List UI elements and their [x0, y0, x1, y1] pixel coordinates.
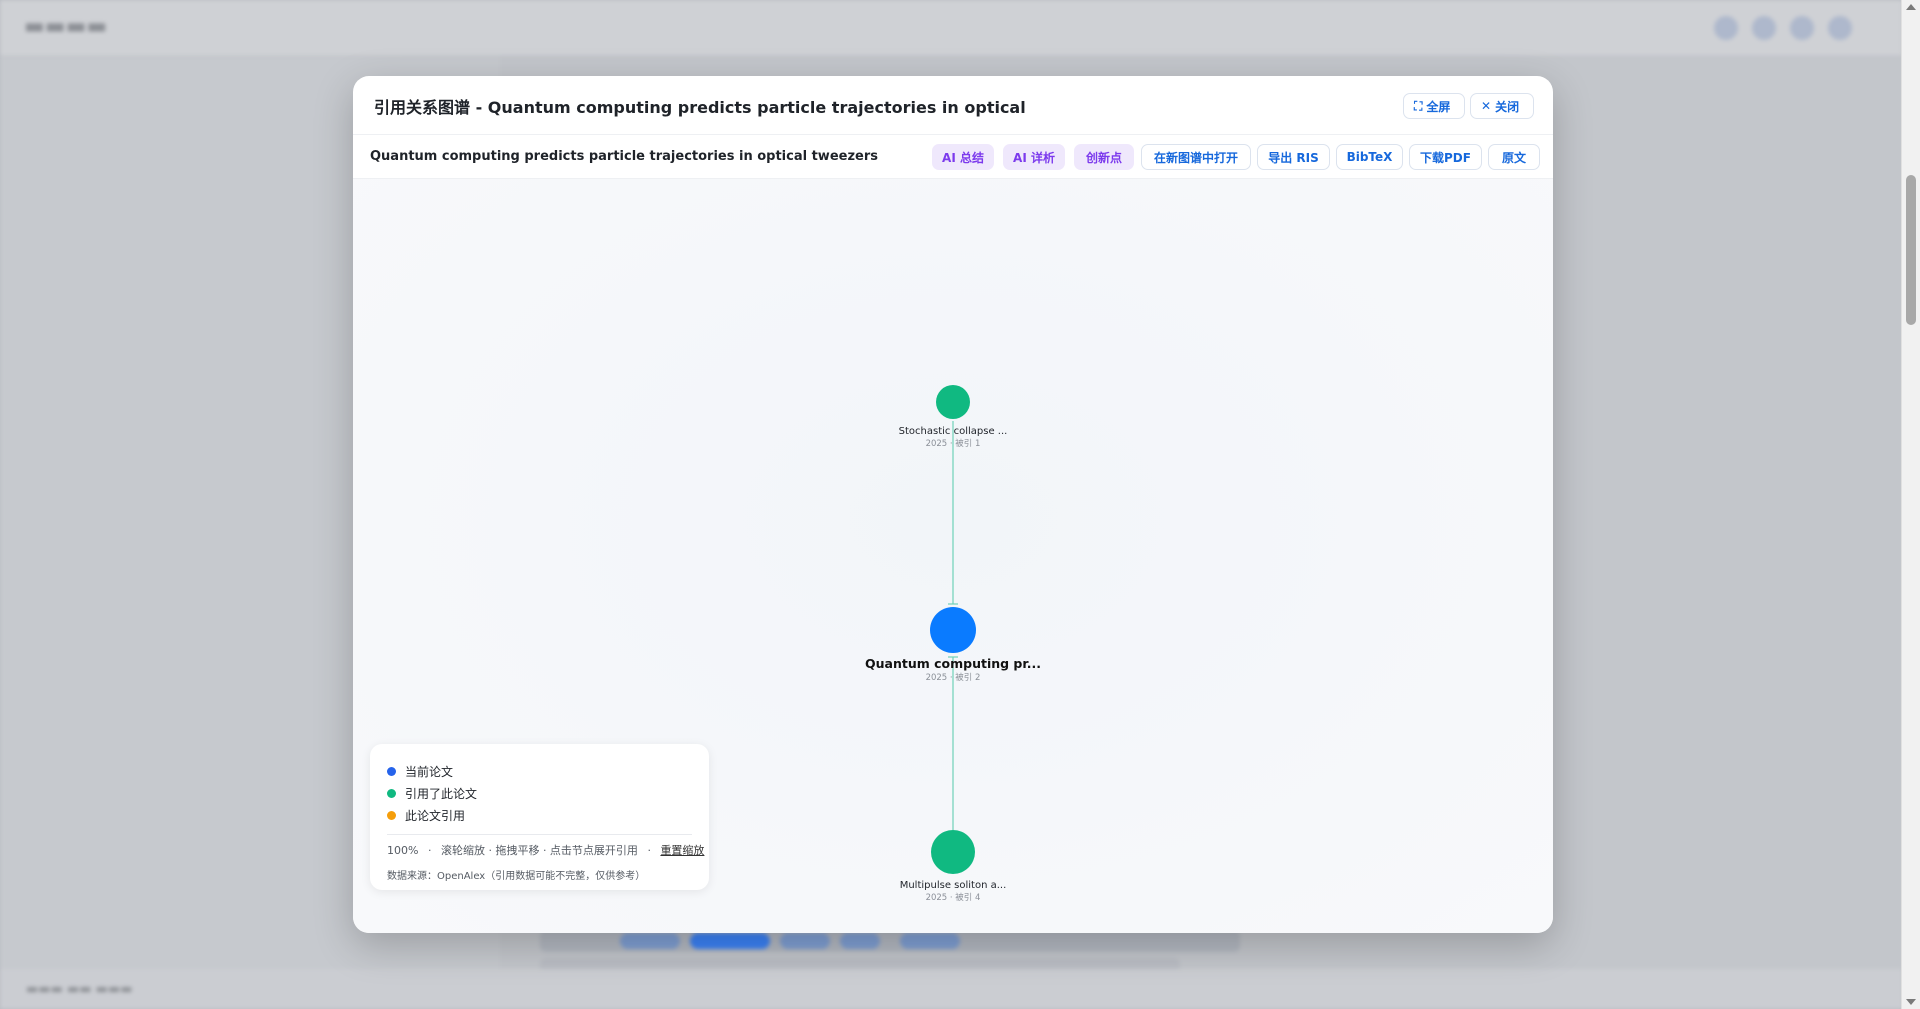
background-icon: [1714, 16, 1738, 40]
node-meta: 2025 · 被引 2: [926, 672, 981, 683]
modal-title: 引用关系图谱 - Quantum computing predicts part…: [374, 98, 1026, 117]
close-label: 关闭: [1495, 99, 1520, 114]
bibtex-button[interactable]: BibTeX: [1336, 144, 1403, 170]
ai-summary-button[interactable]: AI 总结: [932, 144, 994, 170]
close-icon: ✕: [1481, 99, 1492, 113]
legend-controls: 100% · 滚轮缩放 · 拖拽平移 · 点击节点展开引用 · 重置缩放: [387, 842, 704, 858]
modal-header: 引用关系图谱 - Quantum computing predicts part…: [353, 76, 1553, 135]
fullscreen-label: 全屏: [1426, 99, 1451, 114]
background-logo: ▬▬▬▬: [24, 14, 108, 39]
scroll-thumb[interactable]: [1906, 175, 1916, 325]
legend-dot: [387, 766, 396, 776]
background-header: ▬▬▬▬: [0, 0, 1902, 57]
node-label: Quantum computing pr...: [865, 656, 1041, 671]
scroll-up-arrow-icon[interactable]: [1906, 4, 1916, 10]
legend-item-current: 当前论文: [387, 760, 692, 782]
interaction-hint: 滚轮缩放 · 拖拽平移 · 点击节点展开引用: [440, 844, 638, 857]
fullscreen-icon: ⛶: [1414, 99, 1423, 113]
node-circle[interactable]: [931, 830, 975, 874]
data-source-note: 数据来源：OpenAlex（引用数据可能不完整，仅供参考）: [387, 871, 646, 882]
background-icon: [1752, 16, 1776, 40]
legend-item-citing: 引用了此论文: [387, 782, 692, 804]
background-footer-text: ▬▬▬ ▬▬ ▬▬▬: [26, 982, 133, 997]
legend-divider: [387, 834, 692, 835]
reset-zoom-link[interactable]: 重置缩放: [660, 844, 704, 857]
paper-toolbar: Quantum computing predicts particle traj…: [353, 135, 1553, 179]
open-in-new-graph-button[interactable]: 在新图谱中打开: [1141, 144, 1251, 170]
zoom-level: 100%: [387, 844, 419, 857]
paper-title: Quantum computing predicts particle traj…: [370, 149, 878, 164]
graph-node-citing[interactable]: Stochastic collapse ... 2025 · 被引 1: [899, 385, 1008, 449]
node-label: Stochastic collapse ...: [899, 426, 1008, 437]
legend-dot: [387, 810, 396, 820]
legend-label: 此论文引用: [405, 808, 466, 823]
separator: ·: [647, 844, 651, 857]
background-footer: ▬▬▬ ▬▬ ▬▬▬: [0, 969, 1902, 1009]
legend-item-cited: 此论文引用: [387, 804, 692, 826]
background-icon: [1828, 16, 1852, 40]
node-meta: 2025 · 被引 1: [926, 438, 981, 449]
citation-graph-modal: 引用关系图谱 - Quantum computing predicts part…: [353, 76, 1553, 933]
graph-node-citing[interactable]: Multipulse soliton a... 2025 · 被引 4: [900, 830, 1007, 903]
fullscreen-button[interactable]: ⛶ 全屏: [1403, 93, 1465, 119]
separator: ·: [427, 844, 432, 857]
background-row: [540, 930, 1240, 952]
innovation-button[interactable]: 创新点: [1074, 144, 1134, 170]
background-header-icons: [1714, 16, 1852, 40]
legend-label: 当前论文: [405, 764, 454, 779]
node-label: Multipulse soliton a...: [900, 880, 1007, 891]
graph-legend: 当前论文 引用了此论文 此论文引用 100% · 滚轮缩放 · 拖拽平移 · 点…: [370, 744, 709, 890]
legend-dot: [387, 788, 396, 798]
export-ris-button[interactable]: 导出 RIS: [1257, 144, 1330, 170]
legend-label: 引用了此论文: [405, 786, 478, 801]
node-circle[interactable]: [930, 607, 976, 653]
original-text-button[interactable]: 原文: [1488, 144, 1540, 170]
scroll-down-arrow-icon[interactable]: [1906, 999, 1916, 1005]
ai-detail-button[interactable]: AI 详析: [1003, 144, 1065, 170]
download-pdf-button[interactable]: 下载PDF: [1409, 144, 1482, 170]
background-icon: [1790, 16, 1814, 40]
close-button[interactable]: ✕ 关闭: [1470, 93, 1534, 119]
node-circle[interactable]: [936, 385, 970, 419]
page-scrollbar[interactable]: [1901, 0, 1920, 1009]
node-meta: 2025 · 被引 4: [926, 892, 981, 903]
